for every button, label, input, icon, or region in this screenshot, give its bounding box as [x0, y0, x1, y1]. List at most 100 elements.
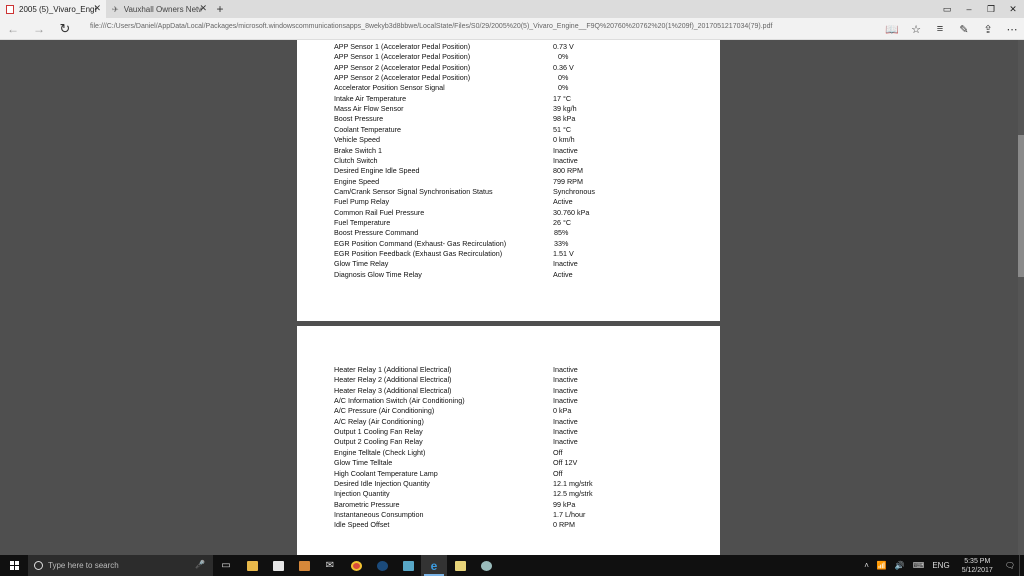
new-tab-button[interactable]: + [212, 0, 228, 18]
app-icon[interactable] [395, 555, 421, 576]
parameter-label: Brake Switch 1 [334, 145, 382, 155]
data-row: Mass Air Flow Sensor 39 kg/h [334, 104, 714, 114]
volume-icon[interactable]: 🔊 [891, 561, 909, 570]
data-row: Desired Engine Idle Speed 800 RPM [334, 166, 714, 176]
parameter-label: Boost Pressure Command [334, 228, 419, 238]
parameter-value: 26 °C [553, 217, 572, 227]
parameter-value: Inactive [553, 385, 578, 395]
chrome-icon[interactable] [343, 555, 369, 576]
keyboard-icon[interactable]: ⌨ [909, 561, 929, 570]
data-row: EGR Position Command (Exhaust- Gas Recir… [334, 239, 714, 249]
system-tray: ˄ 📶 🔊 ⌨ ENG 5:35 PM 5/12/2017 🗨 [860, 555, 1024, 576]
microphone-icon[interactable]: 🎤 [195, 560, 205, 569]
close-icon[interactable]: ✕ [199, 3, 207, 14]
parameter-label: Fuel Temperature [334, 217, 391, 227]
data-row: Desired Idle Injection Quantity 12.1 mg/s… [334, 479, 714, 489]
parameter-value: 800 RPM [553, 166, 583, 176]
more-icon[interactable]: ⋯ [1000, 23, 1024, 36]
clock[interactable]: 5:35 PM 5/12/2017 [954, 557, 1001, 575]
parameter-label: Clutch Switch [334, 155, 378, 165]
data-row: Engine Speed 799 RPM [334, 177, 714, 187]
parameter-label: Barometric Pressure [334, 499, 400, 509]
language-indicator[interactable]: ENG [928, 561, 953, 570]
search-placeholder: Type here to search [48, 561, 119, 570]
chevron-up-icon[interactable]: ˄ [860, 561, 873, 570]
parameter-value: 0% [558, 73, 569, 83]
parameter-label: Glow Time Telltale [334, 458, 393, 468]
favorite-star-icon[interactable]: ☆ [904, 23, 928, 36]
close-icon[interactable]: ✕ [93, 3, 101, 14]
parameter-label: Cam/Crank Sensor Signal Synchronisation … [334, 186, 493, 196]
toolbar: 📖 ☆ ≡ ✎ ⇪ ⋯ [880, 18, 1024, 40]
parameter-value: 0 kPa [553, 406, 572, 416]
data-row: Common Rail Fuel Pressure 30.760 kPa [334, 208, 714, 218]
parameter-label: EGR Position Command (Exhaust- Gas Recir… [334, 238, 507, 248]
parameter-value: Inactive [553, 427, 578, 437]
taskbar-search[interactable]: Type here to search 🎤 [28, 555, 213, 576]
tab-pdf[interactable]: 2005 (5)_Vivaro_Engine_ ✕ [0, 0, 106, 18]
tab-vauxhall[interactable]: ✈ Vauxhall Owners Network F ✕ [106, 0, 212, 18]
data-row: Heater Relay 3 (Additional Electrical) In… [334, 386, 714, 396]
parameter-value: 0 RPM [553, 520, 575, 530]
web-note-icon[interactable]: ✎ [952, 23, 976, 36]
steam-icon[interactable] [369, 555, 395, 576]
refresh-icon[interactable]: ↻ [52, 21, 78, 37]
data-row: Diagnosis Glow Time Relay Active [334, 270, 714, 280]
data-row: Vehicle Speed 0 km/h [334, 135, 714, 145]
parameter-label: Instantaneous Consumption [334, 509, 424, 519]
data-row: Idle Speed Offset 0 RPM [334, 520, 714, 530]
settings-app-icon[interactable] [473, 555, 499, 576]
parameter-value: 12.1 mg/strk [553, 478, 593, 488]
reading-view-icon[interactable]: 📖 [880, 23, 904, 36]
url-field[interactable]: file:///C:/Users/Daniel/AppData/Local/Pa… [90, 23, 772, 30]
folder-icon[interactable] [447, 555, 473, 576]
media-player-icon[interactable] [291, 555, 317, 576]
scrollbar[interactable] [1018, 40, 1024, 555]
hub-icon[interactable]: ≡ [928, 23, 952, 35]
parameter-value: Inactive [553, 396, 578, 406]
parameter-label: Glow Time Relay [334, 259, 389, 269]
task-view-icon[interactable]: ▭ [213, 555, 239, 576]
notification-icon[interactable]: 🗨 [1001, 561, 1019, 570]
restore-icon[interactable]: ❐ [980, 0, 1002, 18]
tab-preview-icon[interactable]: ▭ [936, 0, 958, 18]
close-window-icon[interactable]: ✕ [1002, 0, 1024, 18]
parameter-value: 99 kPa [553, 499, 576, 509]
share-icon[interactable]: ⇪ [976, 23, 1000, 36]
parameter-value: 1.51 V [553, 249, 574, 258]
parameter-value: 98 kPa [553, 114, 576, 124]
parameter-value: 0% [558, 52, 569, 62]
parameter-value: Synchronous [553, 186, 595, 196]
data-row: Intake Air Temperature 17 °C [334, 94, 714, 104]
clock-time: 5:35 PM [964, 557, 991, 565]
forward-icon[interactable]: → [26, 22, 52, 36]
back-icon[interactable]: ← [0, 22, 26, 36]
pdf-viewer[interactable]: APP Sensor 1 (Accelerator Pedal Position… [0, 40, 1024, 555]
data-row: Cam/Crank Sensor Signal Synchronisation … [334, 187, 714, 197]
show-desktop-button[interactable] [1019, 555, 1024, 576]
parameter-value: Off [553, 468, 563, 478]
parameter-value: 51 °C [553, 124, 572, 134]
parameter-value: 0% [558, 83, 569, 93]
store-icon[interactable] [265, 555, 291, 576]
parameter-value: Off 12V [553, 458, 578, 468]
mail-icon[interactable]: ✉ [317, 555, 343, 576]
data-row: Instantaneous Consumption 1.7 L/hour [334, 510, 714, 520]
file-explorer-icon[interactable] [239, 555, 265, 576]
minimize-icon[interactable]: – [958, 0, 980, 18]
parameter-label: Intake Air Temperature [334, 93, 407, 103]
parameter-label: Mass Air Flow Sensor [334, 104, 404, 114]
parameter-value: 33% [554, 238, 569, 248]
parameter-label: Engine Speed [334, 176, 380, 186]
data-row: Accelerator Position Sensor Signal 0% [334, 83, 714, 93]
parameter-label: Heater Relay 2 (Additional Electrical) [334, 375, 452, 385]
clock-date: 5/12/2017 [961, 566, 993, 574]
scroll-thumb[interactable] [1018, 135, 1024, 277]
network-icon[interactable]: 📶 [873, 561, 891, 570]
parameter-value: Active [553, 197, 573, 207]
parameter-value: Inactive [553, 365, 578, 374]
edge-icon[interactable]: e [421, 555, 447, 576]
data-row: A/C Relay (Air Conditioning) Inactive [334, 417, 714, 427]
data-row: APP Sensor 1 (Accelerator Pedal Position… [334, 52, 714, 62]
start-button[interactable] [0, 555, 28, 576]
